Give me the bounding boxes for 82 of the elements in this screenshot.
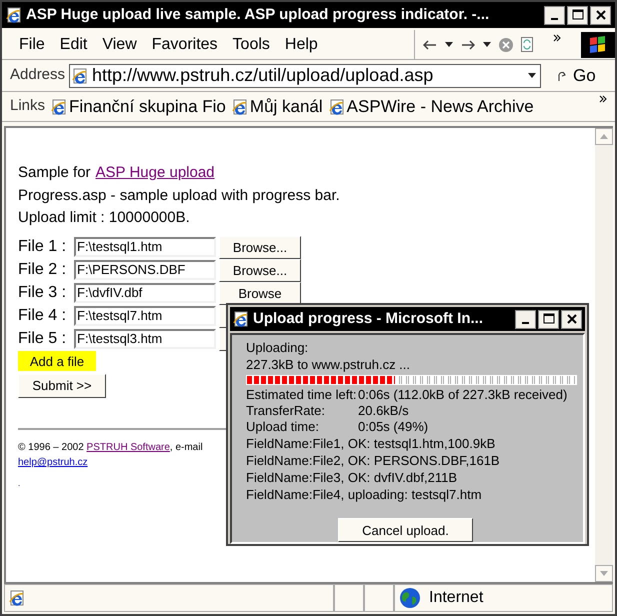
dot-text: .	[18, 478, 20, 490]
dropdown-caret-icon	[528, 73, 536, 78]
file-label: File 5 :	[18, 329, 68, 349]
stat-value: 0:06s (112.0kB of 227.3kB received)	[358, 387, 568, 403]
dialog-title: Upload progress - Microsoft In...	[253, 308, 484, 329]
stat-value: 20.6kB/s	[358, 403, 409, 419]
windows-flag-icon	[581, 32, 615, 58]
field-status-text: FieldName:File1, OK: testsql1.htm,100.9kB	[246, 435, 496, 452]
maximize-icon	[542, 313, 554, 325]
field-status-text: FieldName:File3, OK: dvfIV.dbf,211B	[246, 469, 458, 486]
field-status-text: FieldName:File4, uploading: testsql7.htm	[246, 486, 483, 503]
file-label: File 4 :	[18, 306, 68, 326]
copyright-text: © 1996 – 2002 PSTRUH Software, e-mail help@pstruh.cz	[18, 441, 204, 470]
refresh-icon	[521, 37, 533, 52]
menu-item[interactable]: View	[97, 32, 142, 56]
browse-button[interactable]: Browse...	[219, 258, 301, 282]
link-item[interactable]: Můj kanál	[232, 94, 323, 120]
asp-huge-upload-link[interactable]: ASP Huge upload	[96, 162, 215, 184]
file-label: File 3 :	[18, 283, 68, 303]
company-link[interactable]: PSTRUH Software	[86, 442, 170, 453]
stat-value: 0:05s (49%)	[358, 419, 428, 435]
browse-button[interactable]: Browse...	[219, 236, 301, 258]
close-icon	[594, 9, 606, 21]
file-path-field[interactable]: F:\dvfIV.dbf	[74, 283, 216, 303]
upload-target-text: 227.3kB to www.pstruh.cz ...	[246, 356, 412, 373]
menu-item[interactable]: Help	[280, 32, 323, 56]
stat-label: Estimated time left:	[246, 387, 358, 403]
page-icon	[51, 98, 68, 114]
email-link[interactable]: help@pstruh.cz	[18, 457, 88, 468]
intro-text: Sample for	[18, 163, 91, 183]
maximize-icon	[572, 9, 584, 21]
file-path-field[interactable]: F:\testsql7.htm	[74, 306, 216, 326]
file-path-field[interactable]: F:\testsql3.htm	[74, 329, 216, 349]
minimize-button[interactable]	[515, 310, 536, 328]
stat-label: Upload time:	[246, 419, 320, 435]
page-icon	[72, 68, 88, 84]
links-label: Links	[10, 96, 46, 116]
file-path-field[interactable]: F:\PERSONS.DBF	[74, 260, 216, 280]
address-label: Address	[10, 65, 66, 86]
file-label: File 2 :	[18, 260, 68, 280]
page-icon	[9, 590, 25, 606]
field-status-text: FieldName:File2, OK: PERSONS.DBF,161B	[246, 452, 501, 469]
maximize-button[interactable]	[567, 6, 588, 24]
submit-button[interactable]: Submit >>	[18, 374, 106, 398]
internet-zone-text: Internet	[429, 588, 484, 608]
menu-item[interactable]: Edit	[54, 32, 92, 56]
browse-button[interactable]: Browse	[219, 282, 301, 304]
minimize-icon	[551, 18, 558, 20]
file-path-field[interactable]: F:\testsql1.htm	[74, 237, 216, 257]
cancel-upload-button[interactable]: Cancel upload.	[338, 518, 473, 542]
page-icon	[232, 98, 248, 114]
stat-label: TransferRate:	[246, 403, 326, 419]
dropdown-caret-icon	[445, 42, 453, 47]
menu-item[interactable]: Tools	[228, 32, 275, 56]
link-item[interactable]: ASPWire - News Archive	[328, 94, 534, 120]
chevron-icon	[553, 34, 561, 42]
forward-arrow-icon	[461, 40, 475, 50]
menu-item[interactable]: Favorites	[146, 32, 223, 56]
minimize-button[interactable]	[544, 6, 565, 24]
add-file-button[interactable]: Add a file	[18, 351, 96, 372]
back-arrow-icon	[423, 40, 437, 50]
go-button[interactable]: Go	[557, 62, 596, 88]
close-button[interactable]	[590, 6, 611, 24]
link-item[interactable]: Finanční skupina Fio	[51, 94, 226, 120]
address-field[interactable]: http://www.pstruh.cz/util/upload/upload.asp	[69, 64, 542, 88]
upload-limit-text: Upload limit : 10000000B.	[18, 208, 191, 228]
close-icon	[566, 313, 578, 325]
dropdown-caret-icon	[483, 42, 491, 47]
maximize-button[interactable]	[538, 310, 559, 328]
browser-icon	[6, 7, 22, 23]
chevron-icon	[599, 95, 607, 103]
stop-icon	[499, 38, 513, 52]
menu-item[interactable]: File	[14, 32, 50, 56]
description-text: Progress.asp - sample upload with progress bar.	[18, 186, 341, 206]
uploading-label: Uploading:	[246, 339, 310, 356]
window-title: ASP Huge upload live sample. ASP upload progress indicator. -...	[26, 4, 490, 25]
browser-icon	[233, 311, 249, 327]
minimize-icon	[522, 322, 529, 324]
globe-icon	[399, 587, 421, 609]
file-label: File 1 :	[18, 237, 68, 257]
close-button[interactable]	[561, 310, 582, 328]
page-icon	[328, 98, 345, 114]
